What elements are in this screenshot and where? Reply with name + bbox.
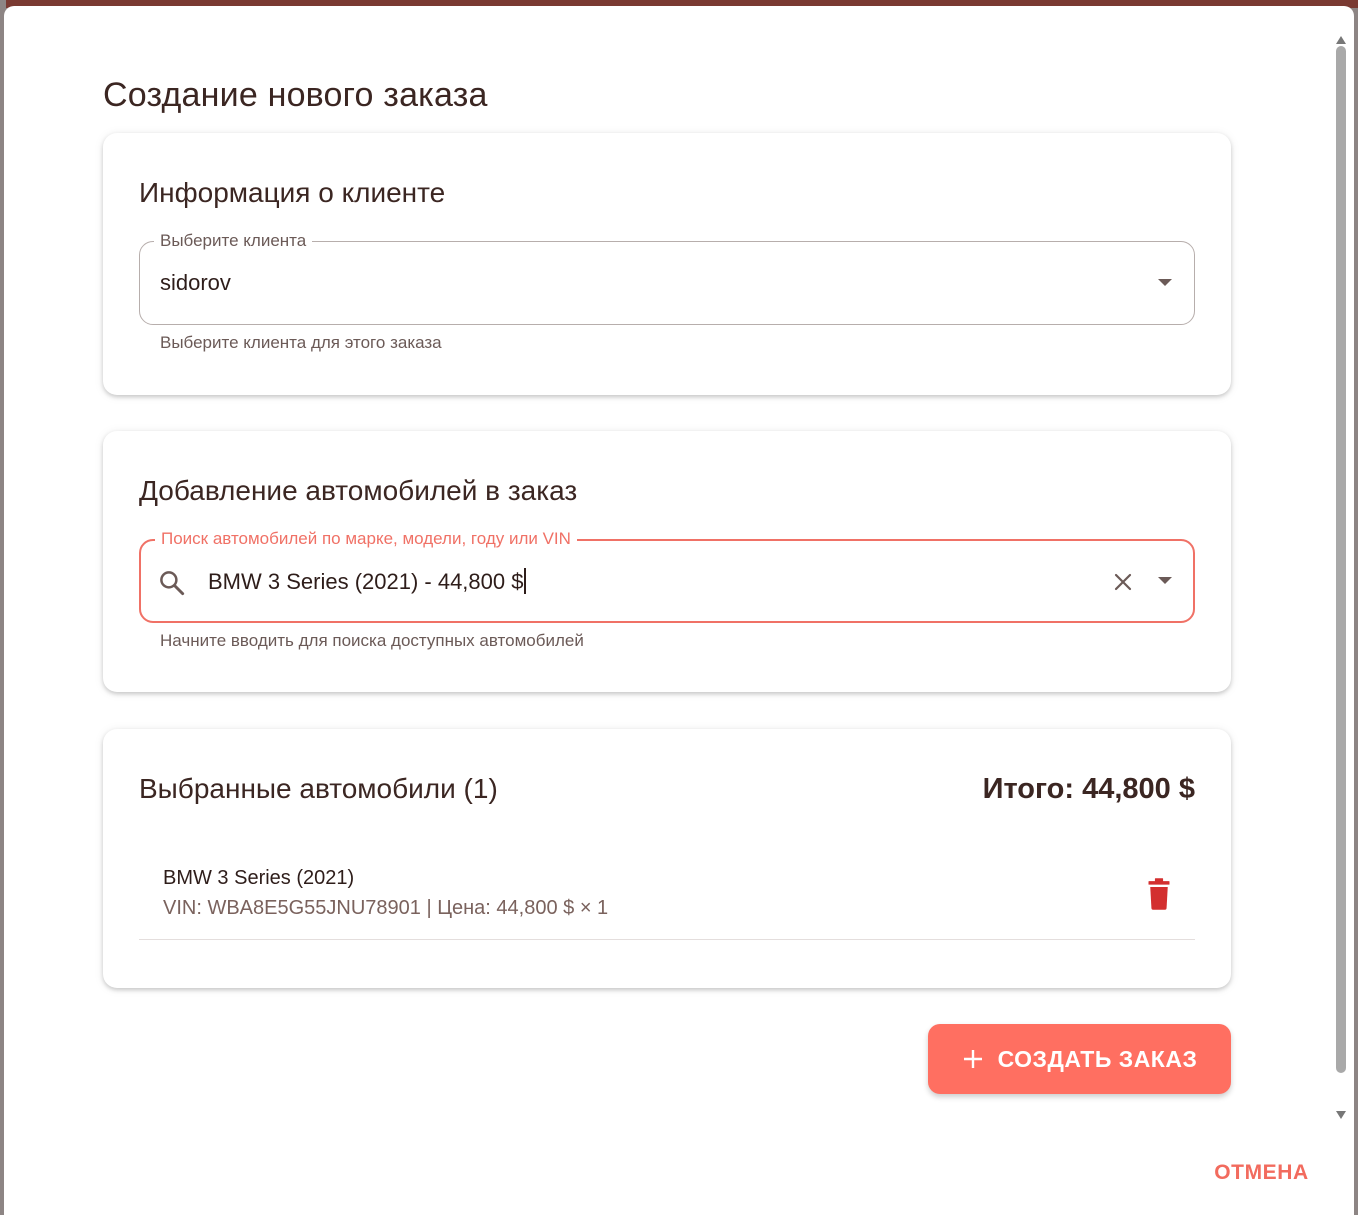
close-icon[interactable] bbox=[1111, 570, 1135, 594]
scroll-down-icon[interactable] bbox=[1336, 1111, 1346, 1119]
order-total: Итого: 44,800 $ bbox=[982, 773, 1195, 805]
client-select-label: Выберите клиента bbox=[154, 231, 313, 251]
client-select-value: sidorov bbox=[160, 270, 231, 295]
text-caret bbox=[524, 568, 527, 594]
cancel-button[interactable]: ОТМЕНА bbox=[1204, 1156, 1319, 1190]
car-name: BMW 3 Series (2021) bbox=[163, 867, 355, 889]
create-order-dialog: Создание нового заказа Информация о клие… bbox=[4, 6, 1354, 1215]
create-order-button[interactable]: СОЗДАТЬ ЗАКАЗ bbox=[928, 1024, 1231, 1094]
client-select[interactable]: Выберите клиента sidorov bbox=[139, 231, 1195, 325]
scroll-up-icon[interactable] bbox=[1336, 36, 1346, 44]
trash-icon[interactable] bbox=[1145, 877, 1173, 911]
selected-cars-card: Выбранные автомобили (1) Итого: 44,800 $… bbox=[103, 729, 1231, 988]
client-info-card: Информация о клиенте Выберите клиента si… bbox=[103, 133, 1231, 395]
add-cars-card: Добавление автомобилей в заказ Поиск авт… bbox=[103, 431, 1231, 692]
scrollbar[interactable] bbox=[1334, 36, 1348, 1126]
search-icon bbox=[160, 571, 185, 596]
car-search-helper: Начните вводить для поиска доступных авт… bbox=[160, 631, 584, 650]
list-item: BMW 3 Series (2021) VIN: WBA8E5G55JNU789… bbox=[139, 829, 1195, 940]
cars-section-heading: Добавление автомобилей в заказ bbox=[139, 475, 578, 506]
car-search-label: Поиск автомобилей по марке, модели, году… bbox=[155, 529, 577, 549]
client-select-helper: Выберите клиента для этого заказа bbox=[160, 333, 442, 352]
create-order-label: СОЗДАТЬ ЗАКАЗ bbox=[997, 1045, 1198, 1072]
car-details: VIN: WBA8E5G55JNU78901 | Цена: 44,800 $ … bbox=[163, 897, 609, 919]
car-search-input[interactable]: BMW 3 Series (2021) - 44,800 $ bbox=[208, 568, 527, 595]
chevron-down-icon[interactable] bbox=[1158, 577, 1172, 584]
plus-icon bbox=[963, 1050, 982, 1068]
car-search-value: BMW 3 Series (2021) - 44,800 $ bbox=[208, 569, 524, 594]
scrollbar-thumb[interactable] bbox=[1336, 46, 1346, 1073]
client-section-heading: Информация о клиенте bbox=[139, 177, 446, 208]
dialog-title: Создание нового заказа bbox=[103, 76, 488, 114]
car-search-field[interactable]: Поиск автомобилей по марке, модели, году… bbox=[139, 529, 1195, 623]
chevron-down-icon[interactable] bbox=[1158, 279, 1172, 286]
selected-section-heading: Выбранные автомобили (1) bbox=[139, 773, 498, 804]
